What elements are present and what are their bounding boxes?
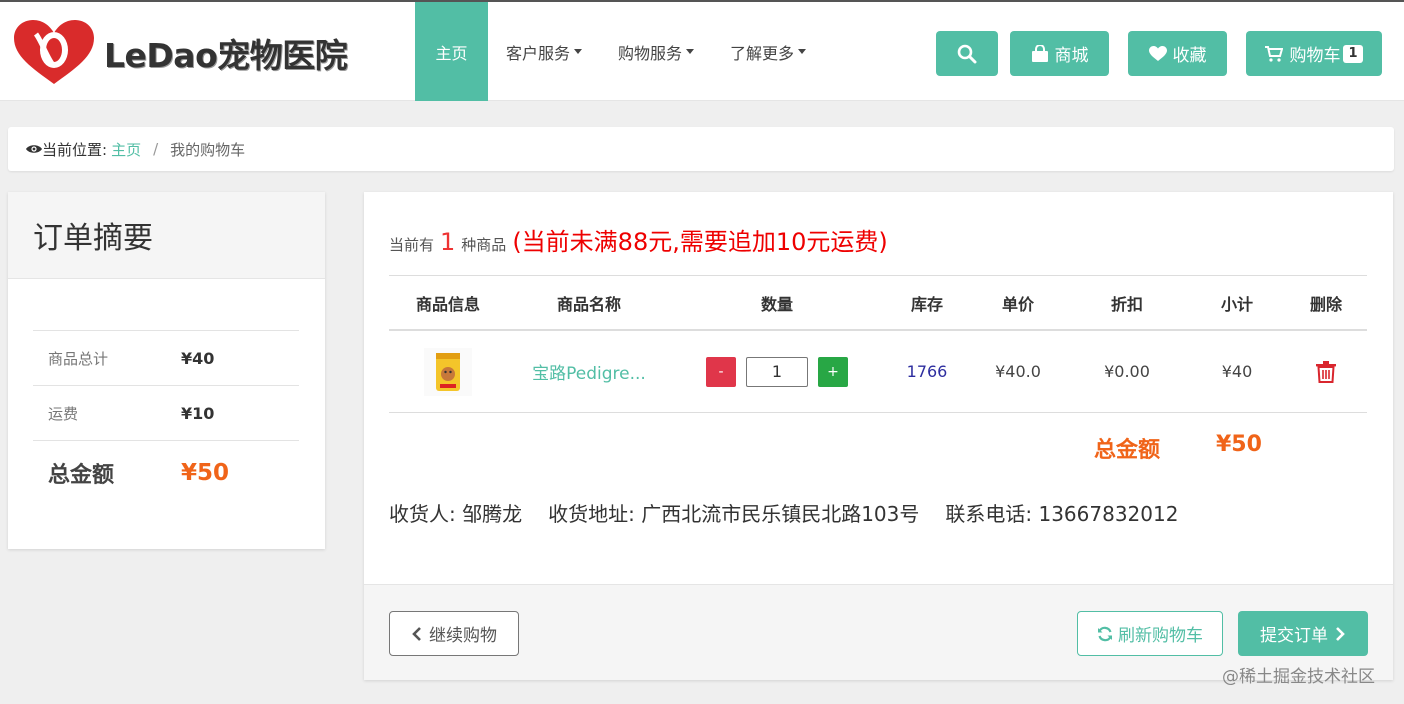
order-summary-panel: 订单摘要 商品总计 ¥40 运费 ¥10 总金额 ¥50 bbox=[8, 192, 325, 549]
favorites-button[interactable]: 收藏 bbox=[1128, 31, 1227, 76]
cart-icon bbox=[1265, 45, 1284, 62]
cart-count-badge: 1 bbox=[1343, 44, 1363, 63]
summary-shipping-label: 运费 bbox=[48, 404, 79, 423]
submit-order-button[interactable]: 提交订单 bbox=[1238, 611, 1368, 656]
refresh-icon bbox=[1098, 626, 1112, 641]
search-button[interactable] bbox=[936, 31, 998, 76]
col-product-info: 商品信息 bbox=[415, 294, 480, 314]
unit-price-value: ¥40.0 bbox=[995, 362, 1041, 381]
continue-shopping-label: 继续购物 bbox=[429, 626, 497, 646]
grand-total-label: 总金额 bbox=[1094, 438, 1161, 463]
shopping-bag-icon bbox=[1031, 44, 1048, 62]
nav-home-label: 主页 bbox=[435, 43, 468, 63]
logo-text: LeDao宠物医院 bbox=[104, 36, 348, 75]
col-quantity: 数量 bbox=[760, 294, 793, 314]
col-subtotal: 小计 bbox=[1220, 294, 1253, 314]
col-delete: 删除 bbox=[1309, 294, 1342, 314]
refresh-cart-label: 刷新购物车 bbox=[1118, 626, 1203, 646]
caret-down-icon bbox=[574, 49, 583, 54]
discount-value: ¥0.00 bbox=[1104, 362, 1150, 381]
cart-info-prefix: 当前有 bbox=[389, 236, 435, 254]
heart-logo-icon bbox=[14, 20, 94, 84]
nav-shopping-service[interactable]: 购物服务 bbox=[600, 2, 712, 101]
grand-total-value: ¥50 bbox=[1216, 432, 1262, 457]
chevron-right-icon bbox=[1336, 626, 1345, 641]
chevron-left-icon bbox=[412, 626, 421, 641]
product-name-cell: 宝路Pedigre... bbox=[507, 331, 671, 412]
nav-learn-more-label: 了解更多 bbox=[730, 43, 795, 63]
nav-shopping-service-label: 购物服务 bbox=[618, 43, 683, 63]
breadcrumb-current: 我的购物车 bbox=[170, 140, 246, 159]
address-info: 收货地址: 广西北流市民乐镇民北路103号 bbox=[548, 502, 920, 526]
summary-goods-total-value: ¥40 bbox=[181, 348, 215, 368]
breadcrumb-home-link[interactable]: 主页 bbox=[111, 139, 141, 160]
subtotal-value: ¥40 bbox=[1221, 362, 1253, 381]
cart-item-count: 1 bbox=[440, 228, 456, 256]
col-stock: 库存 bbox=[910, 294, 943, 314]
nav-customer-service-label: 客户服务 bbox=[506, 43, 571, 63]
quantity-stepper: - + bbox=[671, 331, 883, 412]
watermark: @稀土掘金技术社区 bbox=[1222, 667, 1375, 687]
summary-goods-total-label: 商品总计 bbox=[48, 349, 109, 368]
cart-info-suffix: 种商品 bbox=[461, 236, 507, 254]
col-unit-price: 单价 bbox=[1001, 294, 1034, 314]
nav-learn-more[interactable]: 了解更多 bbox=[712, 2, 824, 101]
breadcrumb-separator: / bbox=[153, 140, 159, 158]
summary-row-goods-total: 商品总计 ¥40 bbox=[33, 330, 299, 385]
breadcrumb-prefix: 当前位置: bbox=[42, 140, 108, 159]
summary-row-shipping: 运费 ¥10 bbox=[33, 385, 299, 440]
summary-row-total: 总金额 ¥50 bbox=[33, 440, 299, 504]
product-name-link[interactable]: 宝路Pedigre... bbox=[532, 359, 646, 384]
breadcrumb: 当前位置: 主页 / 我的购物车 bbox=[8, 127, 1394, 171]
summary-total-label: 总金额 bbox=[48, 462, 115, 488]
quantity-increase-button[interactable]: + bbox=[818, 356, 848, 387]
eye-icon bbox=[26, 145, 42, 153]
col-discount: 折扣 bbox=[1110, 294, 1143, 314]
phone-info: 联系电话: 13667832012 bbox=[945, 502, 1179, 526]
main-nav: 主页 客户服务 购物服务 了解更多 bbox=[415, 2, 824, 101]
dog-food-bag-icon bbox=[436, 352, 460, 391]
cart-button[interactable]: 购物车 1 bbox=[1246, 31, 1382, 76]
cart-info: 当前有 1 种商品 (当前未满88元,需要追加10元运费) bbox=[389, 222, 888, 257]
search-icon bbox=[957, 44, 977, 63]
receiver-info: 收货人: 邹腾龙 bbox=[389, 502, 523, 526]
continue-shopping-button[interactable]: 继续购物 bbox=[389, 611, 519, 656]
cart-table-header: 商品信息 商品名称 数量 库存 单价 折扣 小计 删除 bbox=[389, 275, 1367, 331]
submit-order-label: 提交订单 bbox=[1260, 626, 1328, 646]
nav-home[interactable]: 主页 bbox=[415, 2, 488, 101]
delivery-info: 收货人: 邹腾龙 收货地址: 广西北流市民乐镇民北路103号 联系电话: 136… bbox=[389, 498, 1204, 527]
product-image-cell bbox=[389, 331, 507, 412]
product-image[interactable] bbox=[424, 347, 472, 396]
top-navbar: LeDao宠物医院 主页 客户服务 购物服务 了解更多 商城 收藏 购物车 1 bbox=[0, 0, 1404, 101]
quantity-decrease-button[interactable]: - bbox=[706, 356, 736, 387]
delete-cell bbox=[1285, 331, 1367, 412]
caret-down-icon bbox=[798, 49, 807, 54]
quantity-input[interactable] bbox=[746, 356, 808, 387]
cart-panel: 当前有 1 种商品 (当前未满88元,需要追加10元运费) 商品信息 商品名称 … bbox=[364, 192, 1393, 680]
stock-value: 1766 bbox=[906, 362, 948, 381]
nav-customer-service[interactable]: 客户服务 bbox=[488, 2, 600, 101]
heart-icon bbox=[1148, 45, 1167, 61]
table-row: 宝路Pedigre... - + 1766 ¥40.0 ¥0.00 ¥40 bbox=[389, 331, 1367, 413]
summary-shipping-value: ¥10 bbox=[181, 403, 215, 423]
favorites-label: 收藏 bbox=[1172, 46, 1207, 66]
trash-icon[interactable] bbox=[1316, 360, 1336, 383]
logo[interactable]: LeDao宠物医院 bbox=[12, 20, 348, 86]
summary-total-value: ¥50 bbox=[181, 459, 230, 486]
mall-label: 商城 bbox=[1054, 46, 1089, 66]
col-product-name: 商品名称 bbox=[556, 294, 621, 314]
refresh-cart-button[interactable]: 刷新购物车 bbox=[1077, 611, 1223, 656]
caret-down-icon bbox=[686, 49, 695, 54]
shipping-warning: (当前未满88元,需要追加10元运费) bbox=[512, 228, 888, 256]
cart-label: 购物车 bbox=[1289, 46, 1341, 66]
summary-title: 订单摘要 bbox=[8, 192, 325, 279]
mall-button[interactable]: 商城 bbox=[1010, 31, 1109, 76]
